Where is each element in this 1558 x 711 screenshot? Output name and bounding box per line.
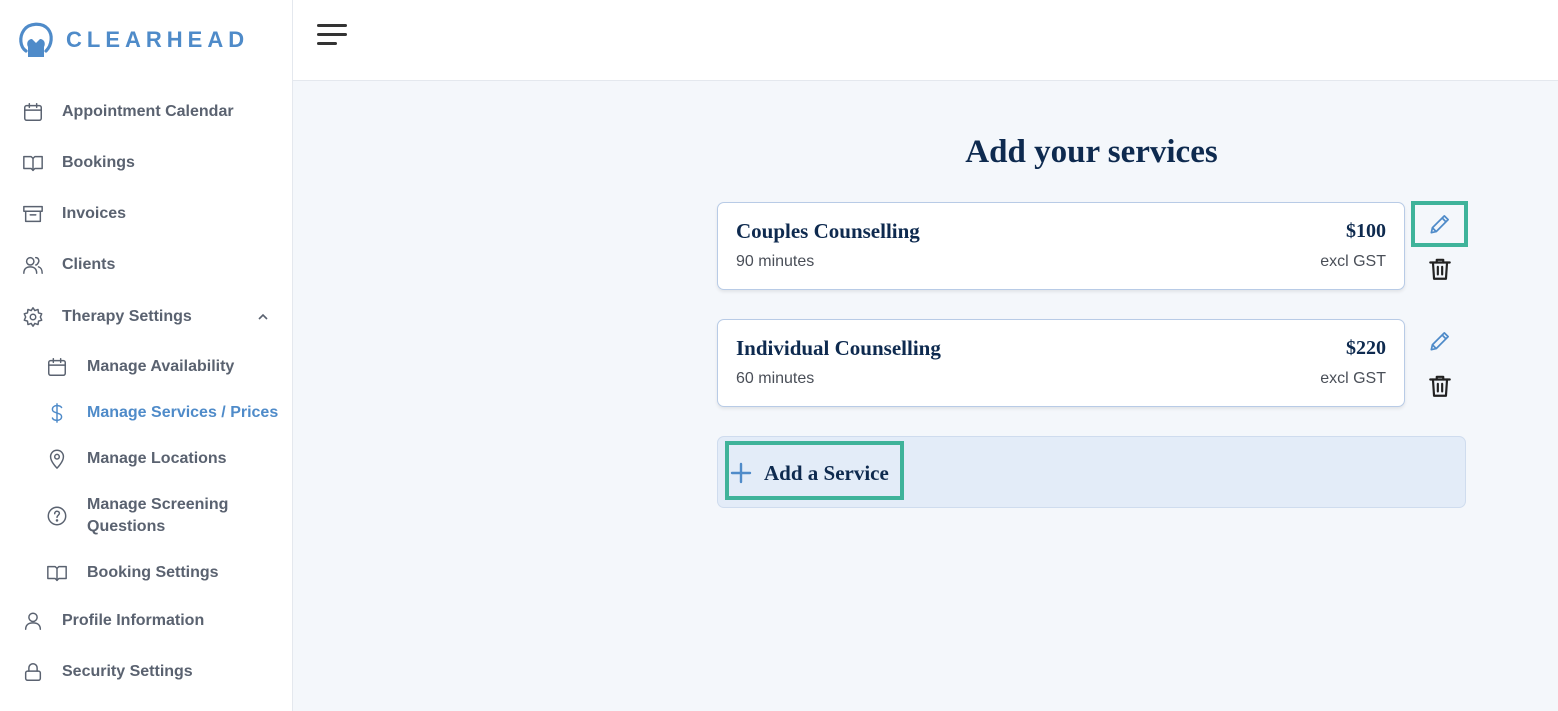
sidebar-item-label: Therapy Settings xyxy=(62,308,192,325)
sidebar-item-invoices[interactable]: Invoices xyxy=(0,199,292,229)
sidebar-item-label: Manage Screening Questions xyxy=(87,496,229,535)
calendar-icon xyxy=(21,100,45,124)
sidebar-item-label: Profile Information xyxy=(62,612,205,629)
sidebar-item-manage-services-prices[interactable]: Manage Services / Prices xyxy=(0,398,292,428)
head-logo-icon xyxy=(19,22,53,57)
users-icon xyxy=(21,253,45,277)
book-icon xyxy=(45,561,69,585)
sidebar-item-appointment-calendar[interactable]: Appointment Calendar xyxy=(0,97,292,127)
sidebar-item-security-settings[interactable]: Security Settings xyxy=(0,657,292,687)
sidebar-item-manage-availability[interactable]: Manage Availability xyxy=(0,352,292,382)
sidebar-item-label: Appointment Calendar xyxy=(62,103,234,120)
page-title: Add your services xyxy=(965,134,1218,170)
edit-pencil-icon[interactable] xyxy=(1426,210,1454,238)
sidebar-item-label: Booking Settings xyxy=(87,564,219,581)
sidebar-item-profile-information[interactable]: Profile Information xyxy=(0,606,292,636)
brand-name: CLEARHEAD xyxy=(66,27,250,52)
user-icon xyxy=(21,609,45,633)
add-service-highlight-box xyxy=(725,441,904,500)
help-circle-icon xyxy=(45,504,69,528)
sidebar-item-label: Security Settings xyxy=(62,663,193,680)
sidebar-item-clients[interactable]: Clients xyxy=(0,250,292,280)
sidebar-item-therapy-settings[interactable]: Therapy Settings xyxy=(0,302,292,332)
sidebar-item-label: Manage Services / Prices xyxy=(87,404,279,421)
gear-icon xyxy=(21,305,45,329)
service-price: $220 xyxy=(1346,337,1386,359)
sidebar-item-booking-settings[interactable]: Booking Settings xyxy=(0,558,292,588)
service-name: Individual Counselling xyxy=(736,336,941,360)
sidebar-item-label: Clients xyxy=(62,256,116,273)
trash-icon[interactable] xyxy=(1426,255,1454,283)
service-duration: 60 minutes xyxy=(736,370,815,387)
service-duration: 90 minutes xyxy=(736,253,815,270)
service-name: Couples Counselling xyxy=(736,219,920,243)
sidebar-item-manage-screening-questions[interactable]: Manage Screening Questions xyxy=(0,492,292,540)
sidebar-item-bookings[interactable]: Bookings xyxy=(0,148,292,178)
book-icon xyxy=(21,151,45,175)
dollar-icon xyxy=(45,401,69,425)
menu-icon[interactable] xyxy=(317,24,347,48)
lock-icon xyxy=(21,660,45,684)
service-tax-note: excl GST xyxy=(1320,370,1386,387)
service-price: $100 xyxy=(1346,220,1386,242)
service-card[interactable]: Individual Counselling $220 60 minutes e… xyxy=(717,319,1405,407)
edit-pencil-icon[interactable] xyxy=(1426,327,1454,355)
clearhead-logo[interactable]: CLEARHEAD xyxy=(18,20,249,60)
map-pin-icon xyxy=(45,447,69,471)
top-bar xyxy=(293,0,1558,81)
sidebar: CLEARHEAD Appointment Calendar Bookings … xyxy=(0,0,293,711)
sidebar-item-label: Manage Locations xyxy=(87,450,227,467)
sidebar-item-label: Manage Availability xyxy=(87,358,235,375)
sidebar-item-manage-locations[interactable]: Manage Locations xyxy=(0,444,292,474)
trash-icon[interactable] xyxy=(1426,372,1454,400)
service-card[interactable]: Couples Counselling $100 90 minutes excl… xyxy=(717,202,1405,290)
sidebar-item-label: Invoices xyxy=(62,205,127,222)
chevron-up-icon[interactable] xyxy=(256,310,270,324)
sidebar-item-label: Bookings xyxy=(62,154,135,171)
service-tax-note: excl GST xyxy=(1320,253,1386,270)
calendar-icon xyxy=(45,355,69,379)
archive-icon xyxy=(21,202,45,226)
